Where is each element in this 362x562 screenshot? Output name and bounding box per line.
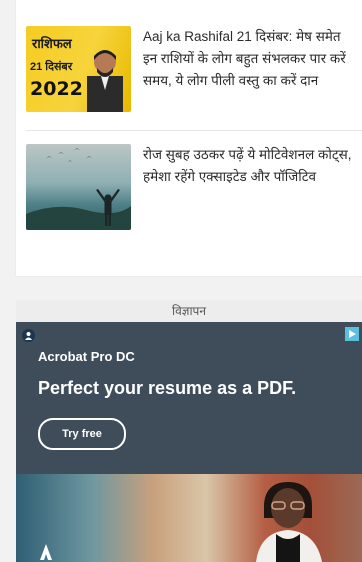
try-free-button[interactable]: Try free [38, 418, 126, 450]
ad-photo [16, 474, 362, 562]
advertiser-logo-icon [22, 329, 35, 342]
news-headline-rashifal[interactable]: Aaj ka Rashifal 21 दिसंबर: मेष समेत इन र… [143, 26, 356, 112]
thumb-year: 2022 [30, 78, 83, 100]
motivation-photo [26, 148, 131, 230]
astrologer-figure [87, 50, 123, 112]
news-headline-motivation[interactable]: रोज सुबह उठकर पढ़ें ये मोटिवेशनल कोट्स, … [143, 144, 356, 230]
motivation-thumbnail[interactable] [26, 144, 131, 230]
news-divider [26, 130, 362, 131]
rashifal-thumbnail[interactable]: राशिफल 21 दिसंबर 2022 [26, 26, 131, 112]
thumb-date: 21 दिसंबर [30, 61, 73, 73]
news-card: राशिफल 21 दिसंबर 2022 Aaj ka Rashifal 21… [16, 0, 362, 276]
ad-brand-name: Acrobat Pro DC [38, 349, 135, 364]
acrobat-ad-banner[interactable]: Acrobat Pro DC Perfect your resume as a … [16, 322, 362, 562]
ad-person-figure [256, 482, 322, 562]
news-item-rashifal[interactable]: राशिफल 21 दिसंबर 2022 Aaj ka Rashifal 21… [26, 26, 356, 112]
news-item-motivation[interactable]: रोज सुबह उठकर पढ़ें ये मोटिवेशनल कोट्स, … [26, 144, 356, 230]
advertisement-label: विज्ञापन [16, 300, 362, 322]
adobe-logo-icon [40, 544, 52, 560]
ad-tagline: Perfect your resume as a PDF. [38, 378, 297, 398]
thumb-title: राशिफल [32, 36, 72, 51]
adchoices-icon[interactable] [345, 327, 359, 341]
